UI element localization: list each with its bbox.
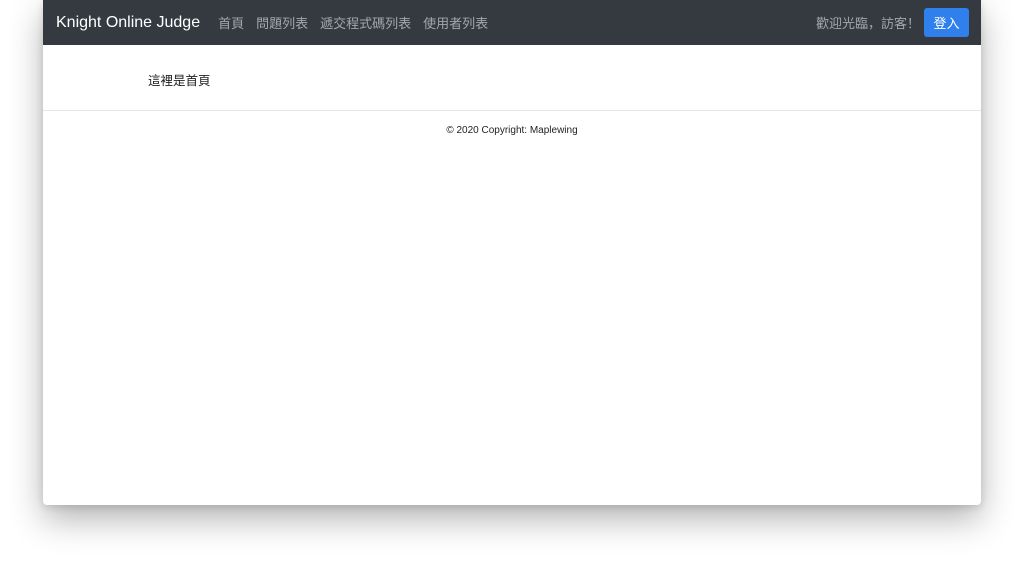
nav-link-users[interactable]: 使用者列表 xyxy=(423,13,488,32)
welcome-text: 歡迎光臨，訪客！ xyxy=(815,16,920,31)
home-page-text: 這裡是首頁 xyxy=(148,74,211,88)
browser-window: Knight Online Judge 首頁 問題列表 遞交程式碼列表 使用者列… xyxy=(43,0,981,505)
brand-link[interactable]: Knight Online Judge xyxy=(56,14,200,32)
nav-right: 歡迎光臨，訪客！ 登入 xyxy=(816,0,969,45)
top-navbar: Knight Online Judge 首頁 問題列表 遞交程式碼列表 使用者列… xyxy=(43,0,981,45)
footer-copyright: © 2020 Copyright: Maplewing xyxy=(446,125,578,136)
nav-link-home[interactable]: 首頁 xyxy=(218,13,244,32)
nav-link-submissions[interactable]: 遞交程式碼列表 xyxy=(320,13,411,32)
main-content: 這裡是首頁 xyxy=(43,45,981,111)
nav-link-problems[interactable]: 問題列表 xyxy=(256,13,308,32)
login-button[interactable]: 登入 xyxy=(924,8,969,37)
nav-links: 首頁 問題列表 遞交程式碼列表 使用者列表 xyxy=(218,13,500,32)
